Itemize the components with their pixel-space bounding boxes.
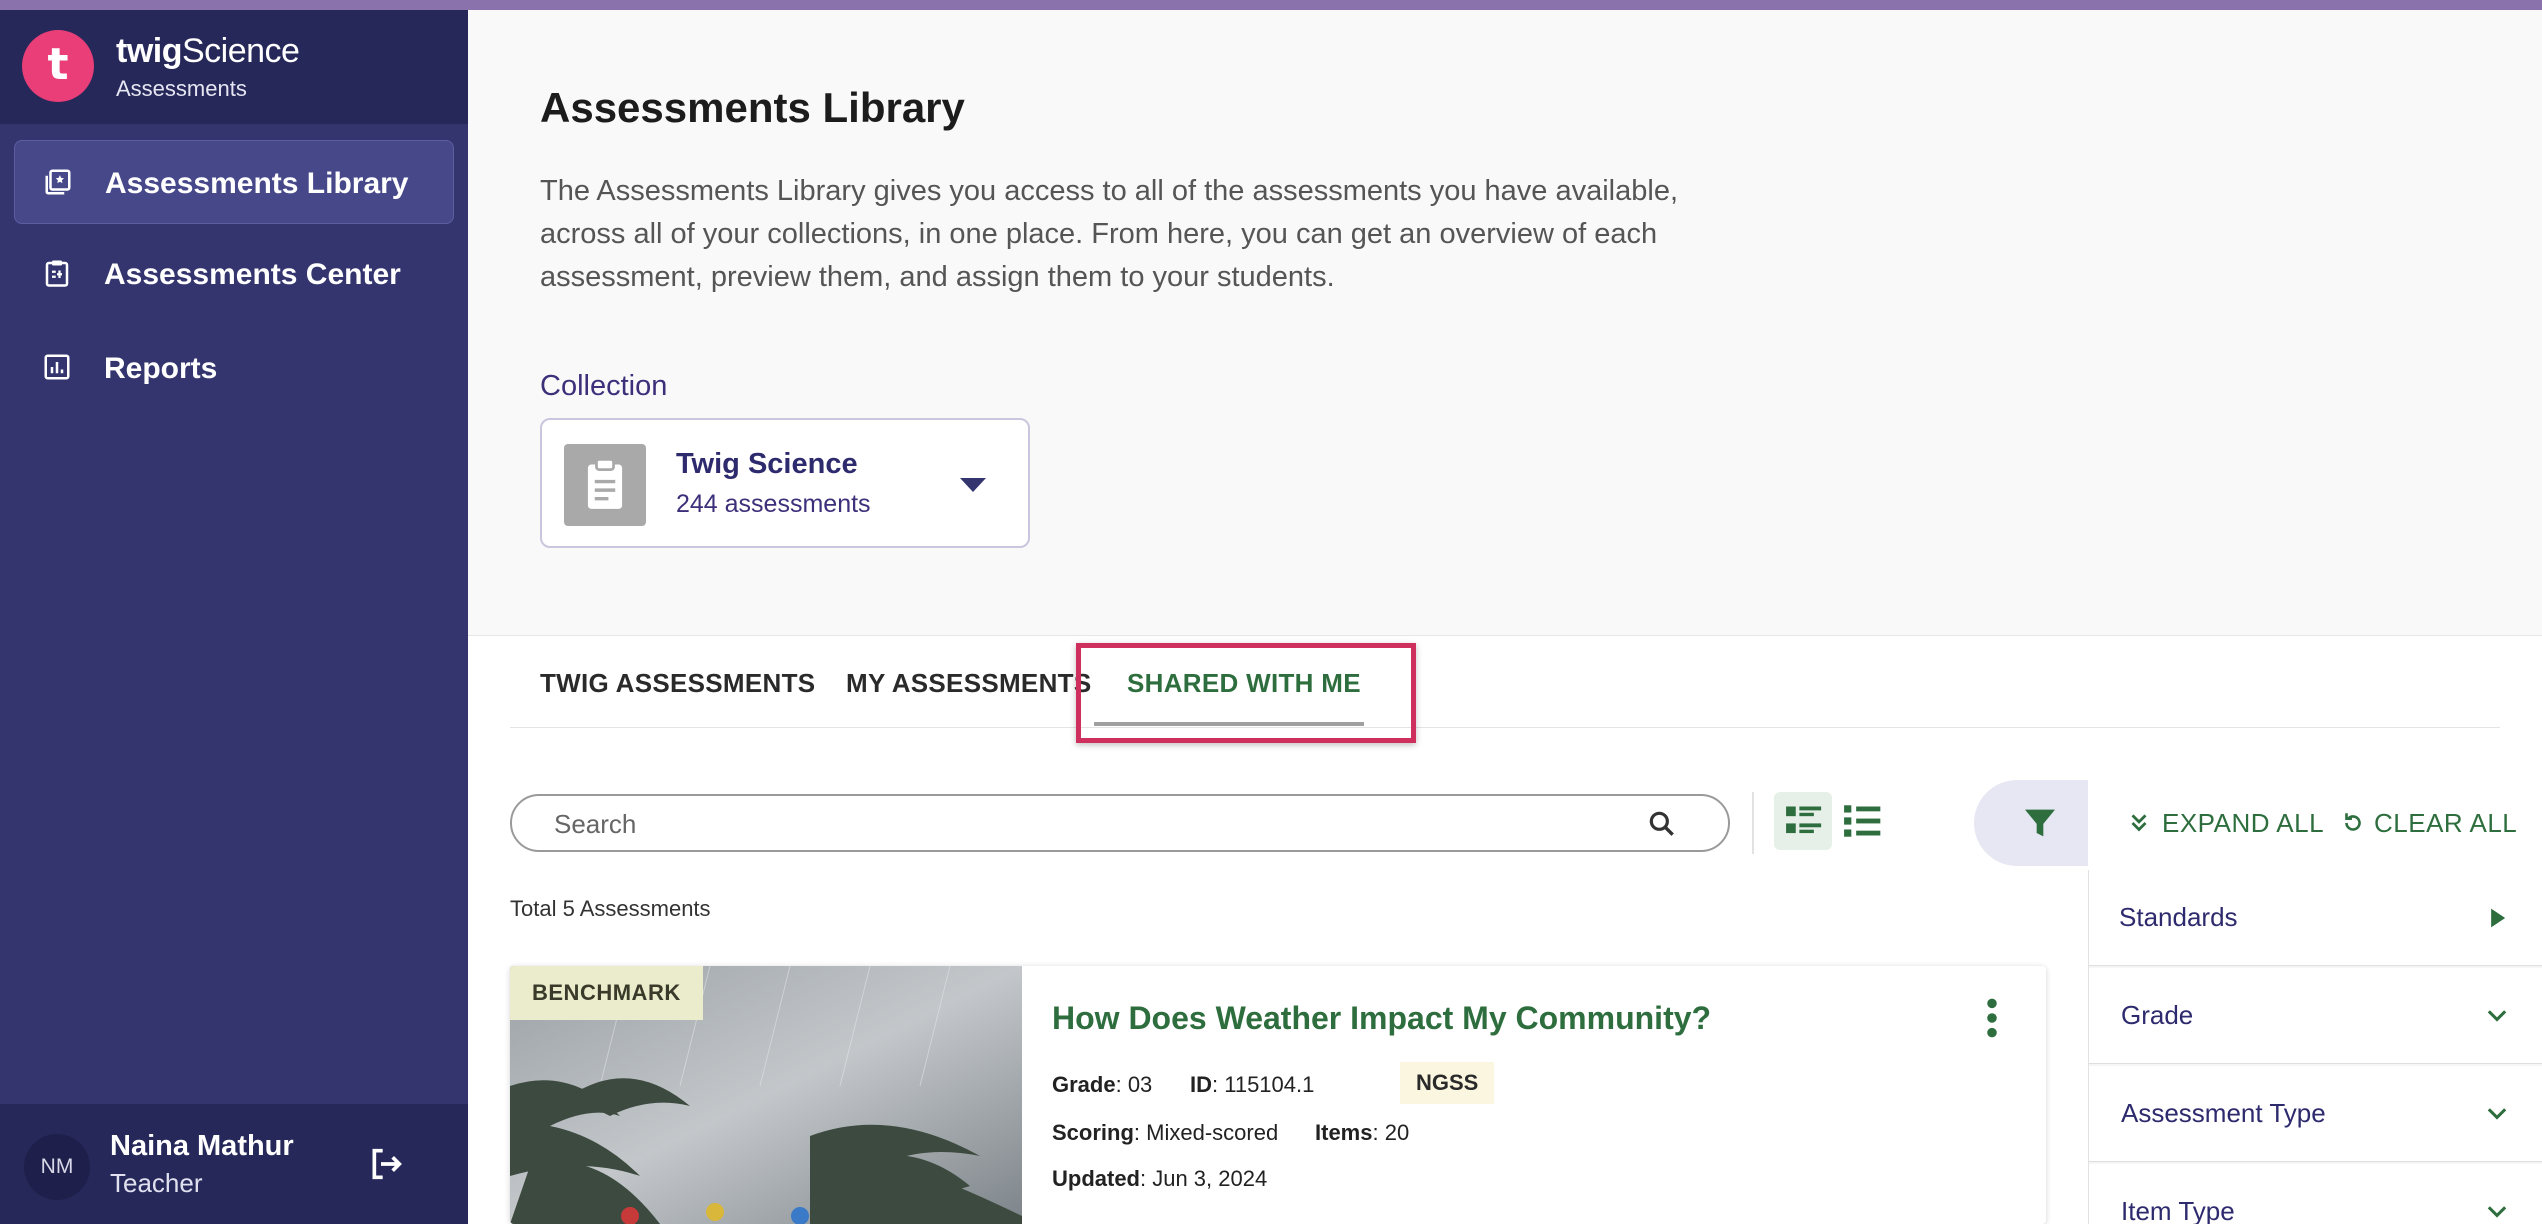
brand-name-suffix: Science (181, 32, 300, 70)
assessment-scoring: Scoring: Mixed-scored (1052, 1120, 1278, 1146)
brand-subtitle: Assessments (116, 76, 247, 101)
filter-panel: EXPAND ALL CLEAR ALL Standards Grade Ass… (2088, 780, 2542, 1224)
library-icon (45, 169, 71, 195)
search-bar[interactable] (510, 794, 1730, 852)
sidebar-item-assessments-library[interactable]: Assessments Library (14, 140, 454, 224)
top-accent-bar (0, 0, 2542, 10)
library-header: Assessments Library The Assessments Libr… (468, 10, 2542, 636)
filter-section-label: Assessment Type (2121, 1098, 2326, 1128)
id-value: : 115104.1 (1212, 1072, 1315, 1097)
double-chevron-down-icon (2131, 814, 2147, 832)
play-arrow-icon (2491, 908, 2506, 928)
filter-section-label: Standards (2119, 902, 2238, 932)
filter-section-label: Item Type (2121, 1196, 2235, 1224)
brand-name-prefix: twig (116, 32, 182, 70)
active-tab-indicator (1094, 722, 1364, 726)
search-icon[interactable] (1646, 808, 1678, 840)
reset-icon (2345, 813, 2361, 831)
expand-all-button[interactable]: EXPAND ALL (2162, 808, 2324, 839)
chevron-down-icon (2487, 1010, 2507, 1022)
detailed-list-icon (1786, 806, 1822, 834)
tab-shared-with-me[interactable]: SHARED WITH ME (1127, 668, 1361, 699)
assessment-tabs: TWIG ASSESSMENTS MY ASSESSMENTS SHARED W… (510, 636, 2500, 728)
chevron-down-icon (2487, 1108, 2507, 1120)
page-description: The Assessments Library gives you access… (540, 175, 1679, 293)
collection-count: 244 assessments (676, 490, 871, 518)
collection-icon (564, 444, 646, 526)
filter-section-item-type[interactable]: Item Type (2089, 1164, 2542, 1224)
sidebar-item-assessments-center[interactable]: Assessments Center (14, 232, 454, 316)
items-value: : 20 (1372, 1120, 1410, 1145)
assessment-grade: Grade: 03 (1052, 1072, 1152, 1098)
filter-section-grade[interactable]: Grade (2089, 968, 2542, 1064)
brand-header: t twigScience Assessments (0, 10, 468, 124)
user-panel: NM Naina Mathur Teacher (0, 1104, 468, 1224)
assessment-title[interactable]: How Does Weather Impact My Community? (1052, 1000, 1711, 1037)
updated-label: Updated (1052, 1166, 1140, 1191)
sidebar-item-label: Reports (104, 352, 218, 385)
user-role: Teacher (110, 1168, 203, 1198)
assessment-type-badge: BENCHMARK (510, 966, 703, 1020)
twig-logo-icon[interactable]: t (22, 30, 94, 102)
clear-all-button[interactable]: CLEAR ALL (2374, 808, 2517, 839)
user-name: Naina Mathur (110, 1130, 294, 1162)
filter-icon (2025, 809, 2055, 837)
assessment-items: Items: 20 (1315, 1120, 1409, 1146)
sidebar-item-reports[interactable]: Reports (14, 326, 454, 410)
standard-badge: NGSS (1400, 1062, 1495, 1104)
sidebar-item-label: Assessments Library (105, 167, 409, 200)
caret-down-icon (960, 478, 986, 492)
page-title: Assessments Library (540, 84, 965, 131)
id-label: ID (1190, 1072, 1212, 1097)
collection-name: Twig Science (676, 448, 858, 480)
scoring-label: Scoring (1052, 1120, 1134, 1145)
brand-name: twigScience (116, 32, 300, 71)
avatar: NM (24, 1134, 90, 1200)
grade-label: Grade (1052, 1072, 1116, 1097)
detailed-view-button[interactable] (1774, 792, 1832, 850)
filter-actions: EXPAND ALL CLEAR ALL (2088, 780, 2542, 866)
items-label: Items (1315, 1120, 1373, 1145)
more-options-icon[interactable] (1980, 996, 2004, 1040)
filter-sections: Standards Grade Assessment Type Item Typ… (2088, 870, 2542, 1224)
tab-twig-assessments[interactable]: TWIG ASSESSMENTS (540, 668, 815, 699)
chevron-down-icon (2487, 1206, 2507, 1218)
sidebar: t twigScience Assessments Assessments Li… (0, 10, 468, 1224)
clipboard-icon (45, 260, 69, 287)
search-input[interactable] (554, 806, 1634, 842)
filter-section-standards[interactable]: Standards (2089, 870, 2542, 966)
scoring-value: : Mixed-scored (1133, 1120, 1279, 1145)
filter-section-label: Grade (2121, 1000, 2194, 1030)
total-assessments-count: Total 5 Assessments (510, 896, 711, 921)
tab-my-assessments[interactable]: MY ASSESSMENTS (846, 668, 1091, 699)
compact-view-button[interactable] (1832, 792, 1890, 850)
logout-icon[interactable] (366, 1144, 406, 1184)
collection-selector[interactable]: Twig Science 244 assessments (540, 418, 1030, 548)
bar-chart-icon (44, 354, 70, 380)
assessment-id: ID: 115104.1 (1190, 1072, 1314, 1098)
collection-label: Collection (540, 370, 668, 402)
assessment-updated: Updated: Jun 3, 2024 (1052, 1166, 1267, 1192)
updated-value: : Jun 3, 2024 (1140, 1166, 1268, 1191)
assessment-card[interactable]: BENCHMARK How Does Weather Impact My Com… (510, 966, 2046, 1224)
sidebar-item-label: Assessments Center (104, 258, 401, 291)
assessment-thumbnail: BENCHMARK (510, 966, 1022, 1224)
list-icon (1844, 805, 1881, 837)
toolbar-divider (1752, 792, 1754, 854)
grade-value: : 03 (1115, 1072, 1153, 1097)
filter-section-assessment-type[interactable]: Assessment Type (2089, 1066, 2542, 1162)
